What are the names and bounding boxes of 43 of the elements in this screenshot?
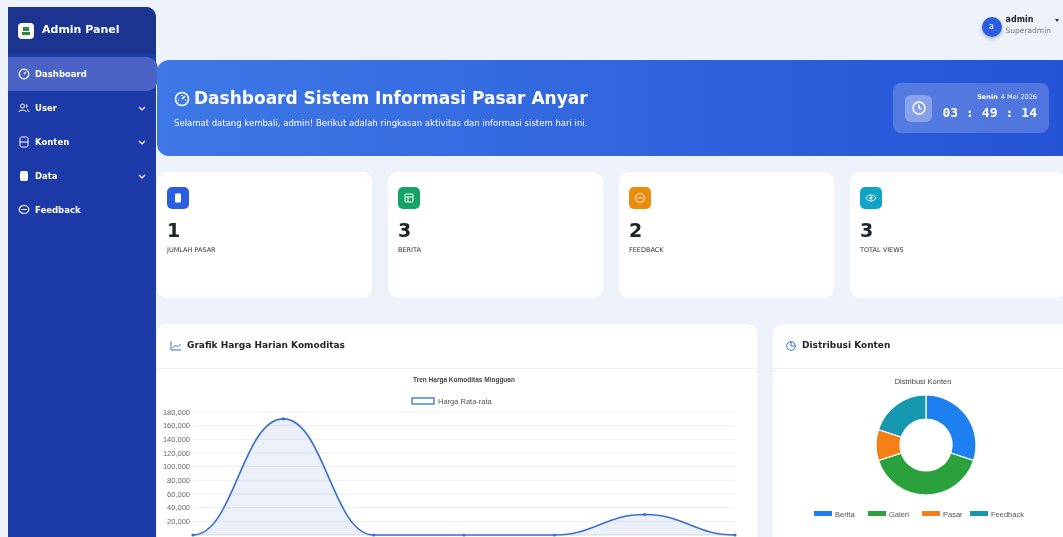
user-name: admin	[1005, 16, 1035, 26]
sidebar-item[interactable]: Data	[8, 159, 156, 193]
card-title: Distribusi Konten	[802, 339, 891, 353]
data-point	[733, 533, 737, 537]
line-chart-icon	[170, 341, 181, 351]
database-icon	[18, 170, 30, 182]
legend-swatch	[922, 511, 940, 516]
data-point	[552, 533, 556, 537]
gauge-icon	[174, 90, 190, 107]
time-separator: :	[1005, 104, 1014, 123]
user-avatar[interactable]: a	[981, 16, 1002, 37]
pie-chart-icon	[786, 341, 796, 351]
banner-title: Dashboard Sistem Informasi Pasar Anyar	[194, 86, 588, 110]
legend-swatch	[868, 511, 886, 516]
clock-icon	[905, 94, 933, 122]
data-point	[372, 533, 376, 537]
sidebar-item[interactable]: Dashboard	[8, 57, 158, 91]
legend-swatch	[411, 397, 435, 405]
data-point	[191, 533, 195, 537]
sidebar-item[interactable]: Konten	[8, 125, 156, 159]
stat-value: 2	[629, 220, 644, 241]
hours-value: 03	[942, 104, 959, 123]
sidebar-item[interactable]: User	[8, 91, 156, 125]
users-icon	[18, 102, 30, 114]
minutes-value: 49	[981, 104, 998, 123]
legend-swatch	[814, 511, 832, 516]
stat-value: 1	[167, 220, 182, 241]
legend-swatch	[970, 511, 988, 516]
banner-subtitle: Selamat datang kembali, admin! Berikut adalah ringkasan aktivitas dan informasi sistem hari ini.	[174, 117, 588, 131]
data-point	[281, 417, 285, 421]
seconds-value: 14	[1021, 104, 1037, 123]
caret-icon[interactable]	[1055, 19, 1059, 22]
card-title: Grafik Harga Harian Komoditas	[187, 339, 345, 353]
data-point	[462, 533, 466, 537]
time-separator: :	[966, 104, 974, 123]
gauge-icon	[18, 68, 30, 80]
sidebar-item[interactable]: Feedback	[8, 193, 156, 227]
document-icon	[18, 136, 30, 148]
brand-title: Admin Panel	[42, 22, 120, 39]
stat-value: 3	[398, 220, 413, 241]
stat-value: 3	[860, 220, 875, 241]
logo-icon	[18, 22, 34, 39]
chat-icon	[18, 204, 30, 216]
